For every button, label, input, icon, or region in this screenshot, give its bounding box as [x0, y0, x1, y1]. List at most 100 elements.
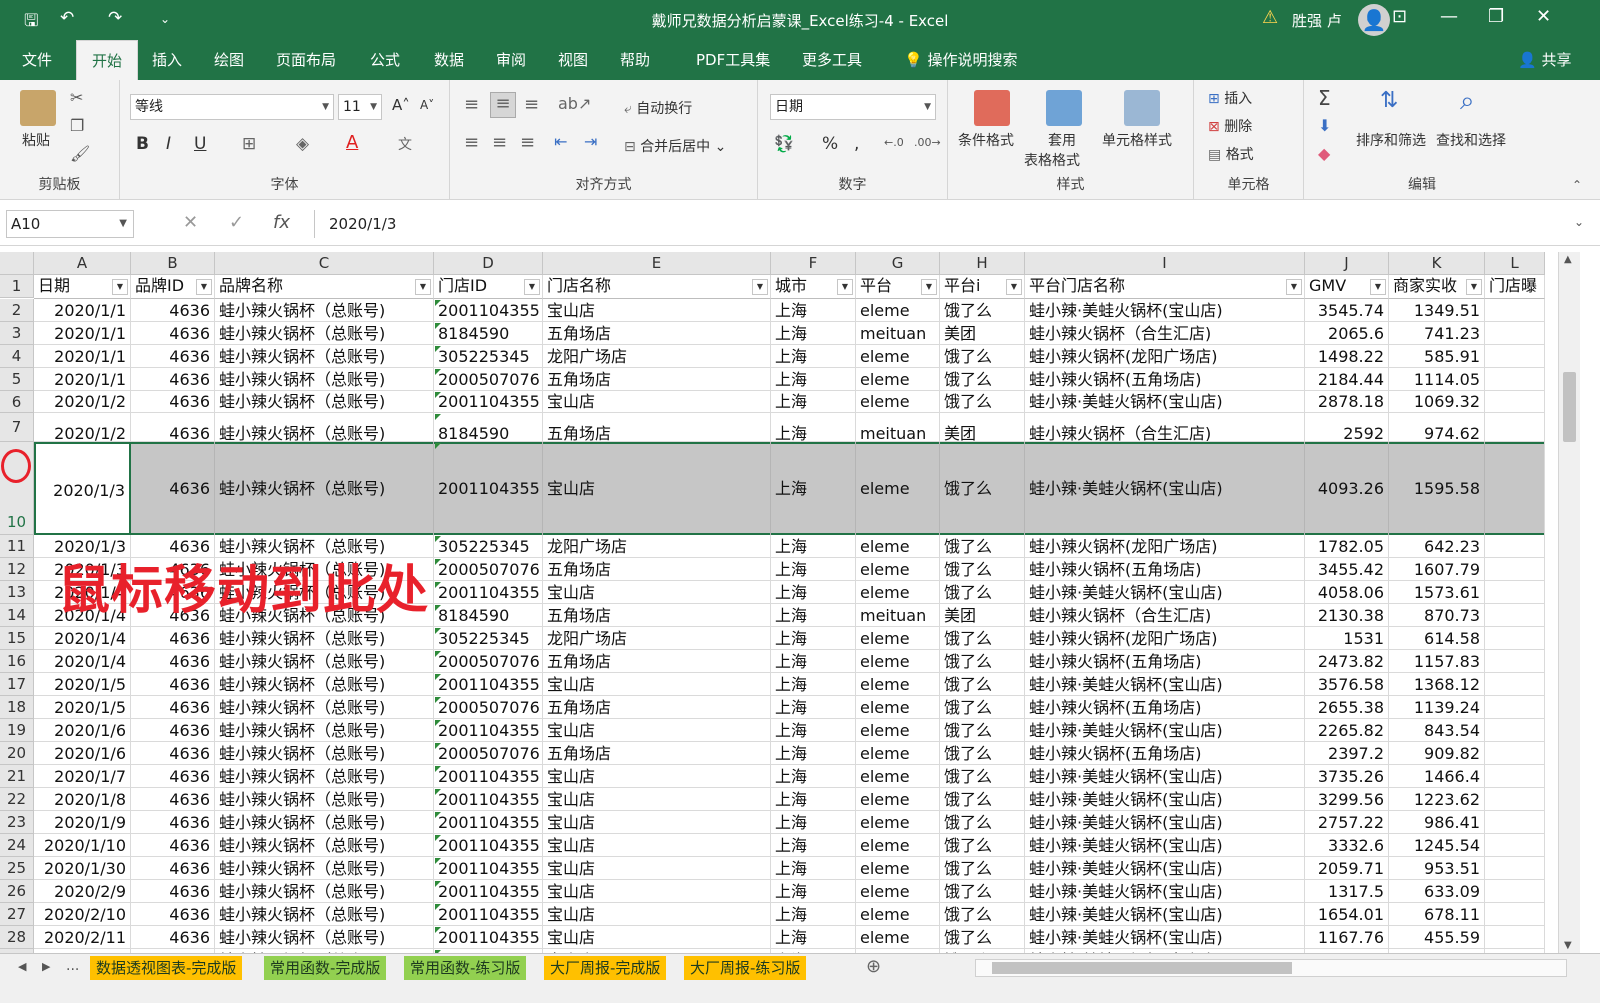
table-cell[interactable]: 蛙小辣火锅杯(龙阳广场店): [1025, 535, 1305, 558]
filter-dropdown-icon[interactable]: ▼: [837, 279, 853, 295]
table-cell[interactable]: 饿了么: [940, 627, 1025, 650]
table-cell[interactable]: [1485, 696, 1545, 719]
row-header[interactable]: 1: [0, 275, 34, 298]
table-cell[interactable]: 3735.26: [1305, 765, 1389, 788]
row-header[interactable]: 19: [0, 719, 34, 742]
table-cell[interactable]: eleme: [856, 834, 940, 857]
clear-icon[interactable]: ◆: [1318, 144, 1330, 163]
column-header-j[interactable]: J: [1305, 252, 1389, 275]
expand-formula-icon[interactable]: ⌄: [1574, 215, 1584, 229]
table-cell[interactable]: 饿了么: [940, 696, 1025, 719]
table-cell[interactable]: 974.62: [1389, 413, 1485, 442]
table-cell[interactable]: 美团: [940, 604, 1025, 627]
table-cell[interactable]: [1485, 581, 1545, 604]
insert-function-button[interactable]: fx: [273, 212, 290, 233]
user-name[interactable]: 胜强 卢: [1292, 10, 1342, 31]
increase-decimal-icon[interactable]: ←.0: [884, 136, 904, 149]
tab-data[interactable]: 数据: [424, 40, 474, 80]
table-cell[interactable]: [1485, 788, 1545, 811]
table-cell[interactable]: 4058.06: [1305, 581, 1389, 604]
table-cell[interactable]: 1167.76: [1305, 926, 1389, 949]
table-cell[interactable]: 2020/1/5: [34, 673, 131, 696]
table-cell[interactable]: 4636: [131, 627, 215, 650]
table-cell[interactable]: 4636: [131, 413, 215, 442]
comma-icon[interactable]: ,: [854, 134, 859, 154]
vertical-scrollbar[interactable]: ▲ ▼: [1558, 252, 1580, 957]
table-cell[interactable]: 宝山店: [543, 442, 771, 535]
table-cell[interactable]: eleme: [856, 581, 940, 604]
row-header[interactable]: 28: [0, 926, 34, 949]
filter-dropdown-icon[interactable]: ▼: [1466, 279, 1482, 295]
table-cell[interactable]: 2001104355: [434, 299, 543, 322]
tab-home[interactable]: 开始: [76, 40, 138, 80]
table-cell[interactable]: 宝山店: [543, 391, 771, 413]
table-cell[interactable]: 五角场店: [543, 650, 771, 673]
scroll-up-icon[interactable]: ▲: [1564, 254, 1572, 265]
table-cell[interactable]: 1595.58: [1389, 442, 1485, 535]
sheet-tab[interactable]: 大厂周报-完成版: [544, 956, 667, 980]
tab-view[interactable]: 视图: [548, 40, 598, 80]
table-cell[interactable]: 4636: [131, 834, 215, 857]
filter-dropdown-icon[interactable]: ▼: [112, 279, 128, 295]
decrease-font-icon[interactable]: A˅: [420, 98, 434, 112]
table-cell[interactable]: 蛙小辣火锅杯（总账号): [215, 857, 434, 880]
table-cell[interactable]: 2655.38: [1305, 696, 1389, 719]
row-header[interactable]: 23: [0, 811, 34, 834]
sort-filter-icon[interactable]: ⇅: [1380, 88, 1398, 113]
table-cell[interactable]: 上海: [771, 558, 856, 581]
table-cell[interactable]: 2020/1/9: [34, 811, 131, 834]
table-cell[interactable]: meituan: [856, 322, 940, 345]
table-cell[interactable]: [1485, 719, 1545, 742]
table-cell[interactable]: 2065.6: [1305, 322, 1389, 345]
table-cell[interactable]: 宝山店: [543, 719, 771, 742]
table-cell[interactable]: 上海: [771, 673, 856, 696]
row-header[interactable]: 4: [0, 345, 34, 368]
row-header[interactable]: 25: [0, 857, 34, 880]
table-cell[interactable]: 蛙小辣·美蛙火锅杯(宝山店): [1025, 880, 1305, 903]
header-cell[interactable]: 门店名称: [543, 275, 771, 299]
table-cell[interactable]: 上海: [771, 926, 856, 949]
row-header[interactable]: 2: [0, 299, 34, 322]
table-cell[interactable]: 2001104355: [434, 857, 543, 880]
table-cell[interactable]: 蛙小辣火锅杯(龙阳广场店): [1025, 627, 1305, 650]
table-cell[interactable]: 饿了么: [940, 788, 1025, 811]
table-cell[interactable]: 1573.61: [1389, 581, 1485, 604]
table-cell[interactable]: eleme: [856, 558, 940, 581]
table-cell[interactable]: 蛙小辣火锅杯（总账号): [215, 442, 434, 535]
table-cell[interactable]: eleme: [856, 903, 940, 926]
table-cell[interactable]: 1069.32: [1389, 391, 1485, 413]
align-center-icon[interactable]: ≡: [492, 132, 507, 153]
table-cell[interactable]: [1485, 627, 1545, 650]
table-cell[interactable]: [1485, 535, 1545, 558]
currency-icon[interactable]: 💱: [774, 134, 794, 153]
table-cell[interactable]: [1485, 650, 1545, 673]
table-cell[interactable]: 上海: [771, 299, 856, 322]
table-cell[interactable]: 870.73: [1389, 604, 1485, 627]
sheet-tab[interactable]: 常用函数-完成版: [264, 956, 387, 980]
search-icon[interactable]: ⌕: [1460, 86, 1475, 117]
table-cell[interactable]: eleme: [856, 926, 940, 949]
table-cell[interactable]: 上海: [771, 650, 856, 673]
table-cell[interactable]: 蛙小辣火锅杯（总账号): [215, 368, 434, 391]
underline-button[interactable]: U: [194, 134, 206, 154]
table-cell[interactable]: 2265.82: [1305, 719, 1389, 742]
table-cell[interactable]: 2020/1/5: [34, 696, 131, 719]
decrease-decimal-icon[interactable]: .00→: [914, 136, 941, 149]
table-cell[interactable]: eleme: [856, 811, 940, 834]
table-cell[interactable]: 4636: [131, 719, 215, 742]
filter-dropdown-icon[interactable]: ▼: [921, 279, 937, 295]
table-cell[interactable]: 455.59: [1389, 926, 1485, 949]
table-cell[interactable]: 龙阳广场店: [543, 345, 771, 368]
column-header-f[interactable]: F: [771, 252, 856, 275]
tab-help[interactable]: 帮助: [610, 40, 660, 80]
sort-filter-button[interactable]: 排序和筛选: [1356, 130, 1426, 150]
table-cell[interactable]: 2757.22: [1305, 811, 1389, 834]
share-button[interactable]: 👤 共享: [1518, 40, 1571, 80]
table-cell[interactable]: 饿了么: [940, 345, 1025, 368]
table-cell[interactable]: 2001104355: [434, 903, 543, 926]
table-cell[interactable]: 宝山店: [543, 581, 771, 604]
table-cell[interactable]: 2020/1/6: [34, 742, 131, 765]
format-cells-button[interactable]: ▤ 格式: [1208, 144, 1254, 164]
borders-icon[interactable]: ⊞: [242, 134, 256, 154]
conditional-format-icon[interactable]: [974, 90, 1010, 126]
